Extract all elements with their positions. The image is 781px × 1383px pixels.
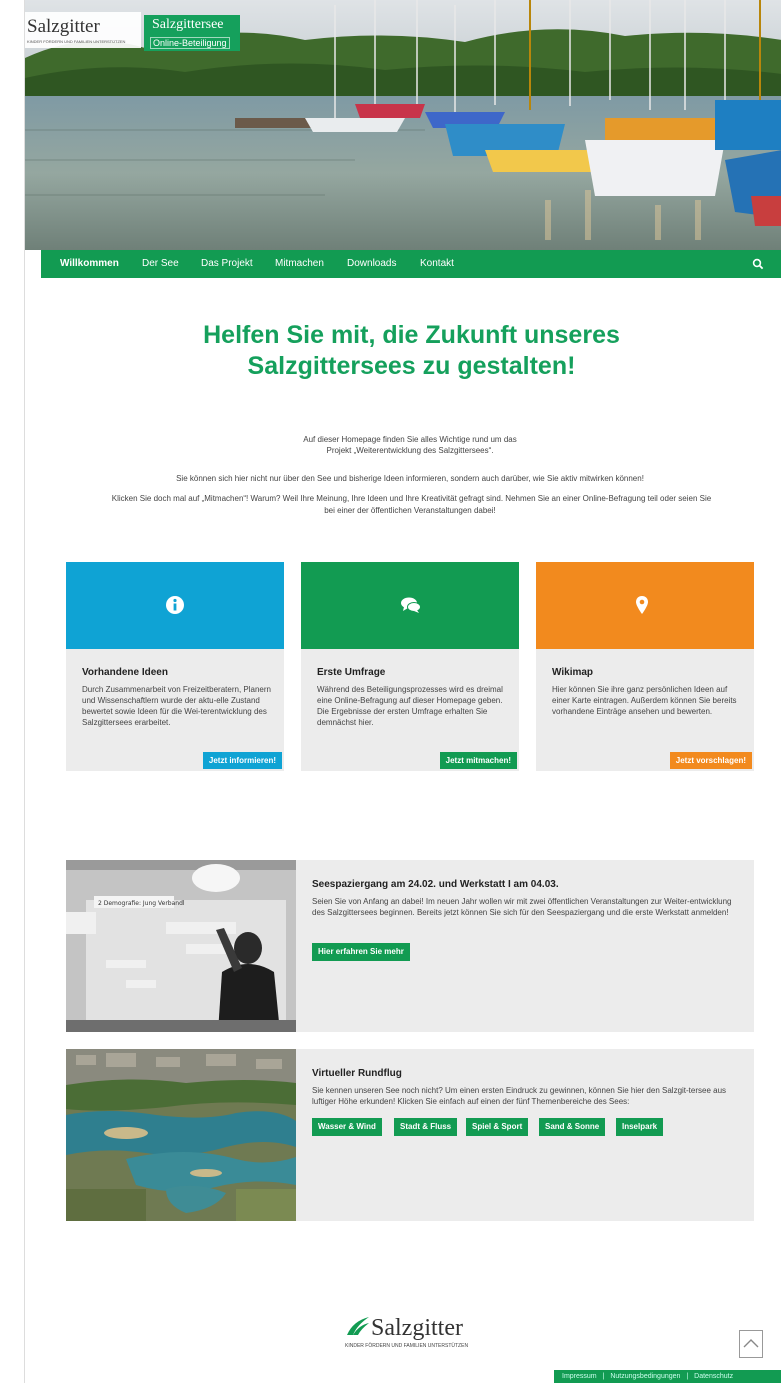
headline-line-1: Helfen Sie mit, die Zukunft unseres — [203, 321, 620, 349]
scroll-to-top-button[interactable] — [739, 1330, 763, 1358]
city-logo-text: Salzgitter — [27, 16, 100, 37]
intro-line-3: Sie können sich hier nicht nur über den … — [176, 474, 644, 483]
card-text: Durch Zusammenarbeit von Freizeitberater… — [82, 685, 271, 727]
impressum-link[interactable]: Impressum — [562, 1373, 597, 1380]
info-icon — [166, 596, 184, 614]
search-icon[interactable] — [752, 257, 764, 270]
aerial-photo — [66, 1049, 296, 1221]
intro-line-5: bei einer der öffentlichen Veranstaltung… — [324, 506, 496, 515]
intro-line-2: Projekt „Weiterentwicklung des Salzgitte… — [326, 446, 494, 455]
headline-line-2: Salzgittersees zu gestalten! — [247, 352, 576, 380]
nav-item-mitmachen[interactable]: Mitmachen — [275, 258, 324, 269]
main-nav: Willkommen Der See Das Projekt Mitmachen… — [41, 250, 781, 278]
card-vorhandene-ideen: Vorhandene Ideen Durch Zusammenarbeit vo… — [66, 562, 284, 771]
chevron-up-icon — [743, 1339, 759, 1348]
card-erste-umfrage: Erste Umfrage Während des Beteiligungspr… — [301, 562, 519, 771]
card-text: Hier können Sie ihre ganz persönlichen I… — [552, 685, 737, 716]
site-badge[interactable]: Salzgittersee Online-Beteiligung — [144, 15, 240, 51]
footer-logo-tagline: KINDER FÖRDERN UND FAMILIEN UNTERSTÜTZEN — [345, 1343, 469, 1349]
feature-virtueller-rundflug: Virtueller Rundflug Sie kennen unseren S… — [66, 1049, 754, 1221]
card-title: Vorhandene Ideen — [82, 667, 168, 678]
wasser-wind-button[interactable]: Wasser & Wind — [312, 1118, 382, 1136]
inselpark-button[interactable]: Inselpark — [616, 1118, 664, 1136]
jetzt-mitmachen-button[interactable]: Jetzt mitmachen! — [439, 752, 517, 769]
feature-text: Sie kennen unseren See noch nicht? Um ei… — [312, 1086, 727, 1106]
nav-item-downloads[interactable]: Downloads — [347, 258, 396, 269]
card-title: Erste Umfrage — [317, 667, 386, 678]
stadt-fluss-button[interactable]: Stadt & Fluss — [394, 1118, 458, 1136]
nav-item-willkommen[interactable]: Willkommen — [60, 258, 119, 269]
map-pin-icon — [636, 596, 648, 614]
intro-line-4: Klicken Sie doch mal auf „Mitmachen“! Wa… — [111, 494, 712, 503]
whiteboard-text: 2 Demografie: Jung Verbandl — [98, 900, 185, 907]
footer-links: Impressum | Nutzungsbedingungen | Datens… — [554, 1370, 781, 1383]
footer-logo-text: Salzgitter — [371, 1315, 463, 1341]
spiel-sport-button[interactable]: Spiel & Sport — [466, 1118, 529, 1136]
jetzt-informieren-button[interactable]: Jetzt informieren! — [202, 752, 282, 769]
site-title: Salzgittersee — [152, 17, 224, 32]
feature-seespaziergang: 2 Demografie: Jung Verbandl Seespazierga… — [66, 860, 754, 1032]
card-wikimap: Wikimap Hier können Sie ihre ganz persön… — [536, 562, 754, 771]
card-title: Wikimap — [552, 667, 594, 678]
sand-sonne-button[interactable]: Sand & Sonne — [539, 1118, 606, 1136]
site-subtitle: Online-Beteiligung — [150, 37, 230, 49]
footer-logo[interactable]: Salzgitter KINDER FÖRDERN UND FAMILIEN U… — [343, 1303, 483, 1351]
footer-separator: | — [602, 1373, 605, 1380]
city-emblem-icon — [347, 1317, 369, 1335]
feature-title: Seespaziergang am 24.02. und Werkstatt I… — [312, 879, 559, 890]
card-text: Während des Beteiligungsprozesses wird e… — [317, 685, 503, 727]
hier-erfahren-sie-mehr-button[interactable]: Hier erfahren Sie mehr — [312, 943, 410, 961]
city-logo-tagline: KINDER FÖRDERN UND FAMILIEN UNTERSTÜTZEN — [27, 39, 126, 44]
jetzt-vorschlagen-button[interactable]: Jetzt vorschlagen! — [669, 752, 752, 769]
nav-item-das-projekt[interactable]: Das Projekt — [201, 258, 253, 269]
hero-image: Salzgitter KINDER FÖRDERN UND FAMILIEN U… — [25, 0, 781, 250]
city-logo[interactable]: Salzgitter KINDER FÖRDERN UND FAMILIEN U… — [25, 12, 141, 48]
nav-item-kontakt[interactable]: Kontakt — [420, 258, 454, 269]
page: Salzgitter KINDER FÖRDERN UND FAMILIEN U… — [24, 0, 781, 1383]
footer-separator: | — [686, 1373, 689, 1380]
card-band — [301, 562, 519, 649]
chat-bubbles-icon — [401, 597, 421, 613]
card-band — [66, 562, 284, 649]
feature-text: Seien Sie von Anfang an dabei! Im neuen … — [312, 897, 732, 917]
nutzungsbedingungen-link[interactable]: Nutzungsbedingungen — [610, 1373, 680, 1380]
page-headline: Helfen Sie mit, die Zukunft unseres Salz… — [41, 320, 781, 382]
feature-title: Virtueller Rundflug — [312, 1068, 402, 1079]
card-band — [536, 562, 754, 649]
nav-item-der-see[interactable]: Der See — [142, 258, 179, 269]
intro-line-1: Auf dieser Homepage finden Sie alles Wic… — [303, 435, 517, 444]
datenschutz-link[interactable]: Datenschutz — [694, 1373, 733, 1380]
workshop-photo: 2 Demografie: Jung Verbandl — [66, 860, 296, 1032]
